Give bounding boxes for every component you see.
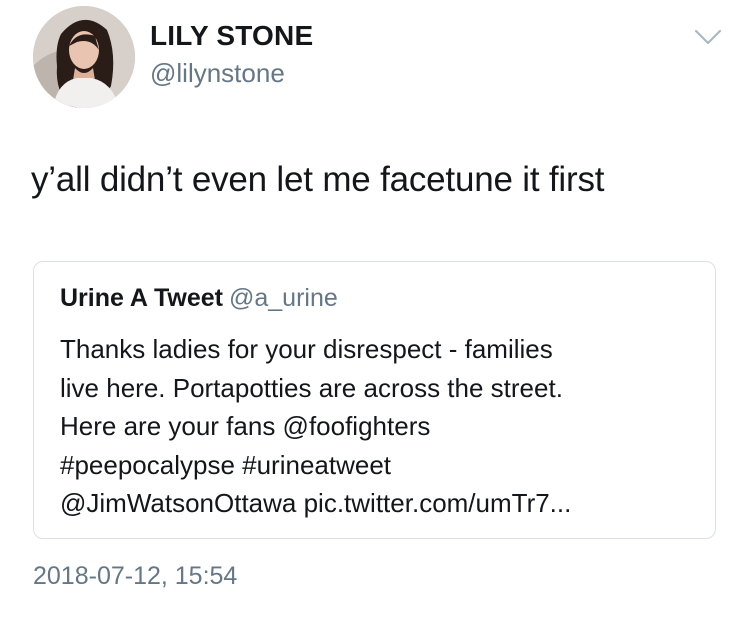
quoted-tweet-line: #peepocalypse #urineatweet [60, 449, 392, 480]
quoted-tweet-line: @JimWatsonOttawa pic.twitter.com/umTr7..… [60, 488, 572, 518]
quoted-tweet-line: Here are your fans @foofighters [60, 411, 431, 441]
quoted-tweet-text: Thanks ladies for your disrespect - fami… [60, 330, 700, 523]
quoted-author-handle: @a_urine [229, 284, 338, 312]
quoted-tweet[interactable]: Urine A Tweet @a_urine Thanks ladies for … [33, 261, 716, 539]
quoted-tweet-line: Thanks ladies for your disrespect - fami… [60, 334, 553, 364]
avatar-image [33, 6, 135, 108]
quoted-tweet-line: live here. Portapotties are across the s… [60, 372, 563, 403]
quoted-author-name: Urine A Tweet [60, 284, 223, 312]
author-handle[interactable]: @lilynstone [150, 58, 285, 89]
quoted-tweet-header: Urine A Tweet @a_urine [60, 284, 338, 313]
tweet-text: y’all didn’t even let me facetune it fir… [31, 160, 605, 199]
tweet-card: LILY STONE @lilynstone y’all didn’t even… [0, 0, 746, 621]
tweet-timestamp[interactable]: 2018-07-12, 15:54 [33, 562, 237, 591]
avatar[interactable] [33, 6, 135, 108]
author-name[interactable]: LILY STONE [150, 20, 313, 52]
chevron-down-icon[interactable] [693, 26, 723, 48]
